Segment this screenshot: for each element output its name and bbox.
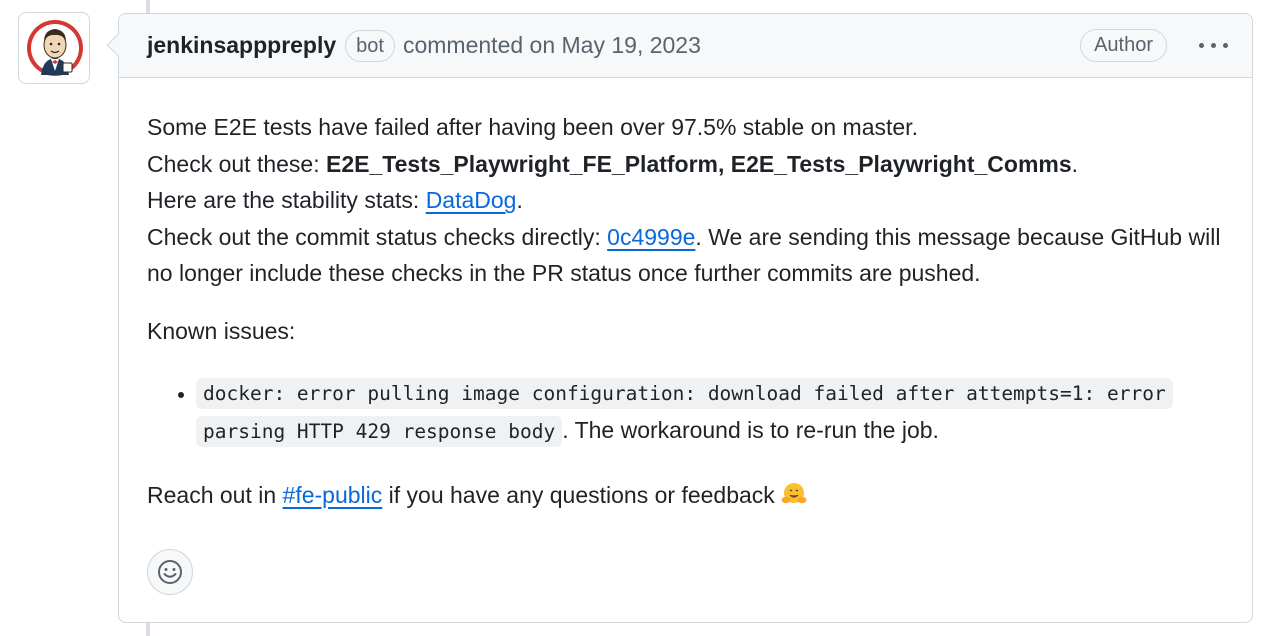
datadog-link[interactable]: DataDog <box>426 187 517 213</box>
reach-out-text: Reach out in <box>147 482 283 508</box>
commit-sha-link[interactable]: 0c4999e <box>607 224 695 250</box>
check-out-label: Check out these: <box>147 150 326 177</box>
workaround-text: . The workaround is to re-run the job. <box>562 417 939 443</box>
comment-header: jenkinsapppreply bot commented on May 19… <box>119 14 1252 78</box>
known-issues-heading: Known issues: <box>147 317 296 344</box>
hugging-face-emoji-icon <box>781 483 807 504</box>
list-item: docker: error pulling image configuratio… <box>196 374 1237 450</box>
timeline-comment: jenkinsapppreply bot commented on May 19… <box>106 13 1253 623</box>
smiley-icon <box>158 560 182 584</box>
contact-paragraph: Reach out in #fe-public if you have any … <box>147 477 1237 514</box>
known-issues-list: docker: error pulling image configuratio… <box>147 374 1237 450</box>
period-text: . <box>1071 150 1079 177</box>
comment-body: Some E2E tests have failed after having … <box>147 109 1237 514</box>
jenkins-avatar-icon <box>27 20 83 76</box>
failure-summary-text: Some E2E tests have failed after having … <box>147 114 918 140</box>
summary-paragraph: Some E2E tests have failed after having … <box>147 109 1237 292</box>
add-reaction-button[interactable] <box>147 549 193 595</box>
commit-checks-label: Check out the commit status checks direc… <box>147 223 608 250</box>
author-label-badge: Author <box>1080 29 1167 62</box>
kebab-horizontal-icon[interactable] <box>1196 33 1232 57</box>
stability-stats-label: Here are the stability stats: <box>147 187 426 213</box>
questions-text: if you have any questions or feedback <box>382 482 782 508</box>
period-text: . <box>516 187 523 213</box>
fe-public-channel-link[interactable]: #fe-public <box>283 482 383 508</box>
comment-timestamp-link[interactable]: commented on May 19, 2023 <box>403 32 701 59</box>
bot-badge: bot <box>345 29 395 62</box>
author-avatar[interactable] <box>18 12 90 84</box>
failed-test-names: E2E_Tests_Playwright_FE_Platform, E2E_Te… <box>326 150 1072 177</box>
comment-author-link[interactable]: jenkinsapppreply <box>147 32 336 59</box>
